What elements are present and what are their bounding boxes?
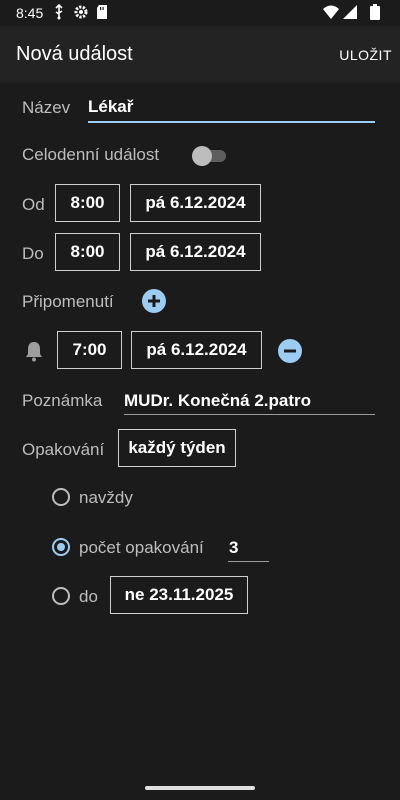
app-bar: Nová událost ULOŽIT (0, 26, 400, 82)
sd-card-icon (97, 5, 107, 19)
page-title: Nová událost (16, 43, 133, 65)
repeat-until-date-button[interactable]: ne 23.11.2025 (110, 576, 248, 614)
reminder-date-button[interactable]: pá 6.12.2024 (131, 331, 262, 369)
to-label: Do (22, 244, 44, 263)
repeat-forever-radio[interactable] (52, 488, 70, 506)
to-date-button[interactable]: pá 6.12.2024 (130, 233, 261, 271)
name-label: Název (22, 98, 71, 117)
repeat-count-underline (228, 561, 269, 562)
from-label: Od (22, 195, 45, 214)
save-button[interactable]: ULOŽIT (339, 47, 392, 63)
reminders-label: Připomenutí (22, 292, 114, 311)
note-field[interactable]: MUDr. Konečná 2.patro (124, 386, 375, 416)
repeat-until-radio[interactable] (52, 587, 70, 605)
allday-switch[interactable] (192, 143, 226, 167)
gesture-navigation-bar[interactable] (145, 786, 255, 790)
status-bar: 8:45 (0, 0, 400, 26)
wifi-icon (323, 5, 339, 19)
name-field-underline (88, 121, 375, 123)
repeat-label: Opakování (22, 440, 105, 459)
status-time: 8:45 (16, 5, 44, 21)
from-date-button[interactable]: pá 6.12.2024 (130, 184, 261, 222)
bell-icon (26, 342, 42, 362)
repeat-count-label: počet opakování (79, 538, 204, 557)
name-field[interactable]: Lékař (88, 92, 375, 124)
switch-thumb (192, 146, 212, 166)
remove-reminder-icon[interactable] (278, 339, 302, 363)
reminder-time-button[interactable]: 7:00 (57, 331, 122, 369)
note-label: Poznámka (22, 391, 103, 410)
add-reminder-icon[interactable] (142, 289, 166, 313)
repeat-until-label: do (79, 587, 98, 606)
note-field-underline (124, 414, 375, 415)
note-value: MUDr. Konečná 2.patro (124, 391, 312, 410)
repeat-forever-label: navždy (79, 488, 133, 507)
usb-icon (55, 4, 63, 20)
settings-icon (74, 5, 88, 19)
cell-signal-icon (343, 5, 357, 19)
to-time-button[interactable]: 8:00 (55, 233, 120, 271)
name-value: Lékař (88, 97, 134, 116)
repeat-frequency-button[interactable]: každý týden (118, 429, 236, 467)
battery-icon (370, 4, 380, 20)
from-time-button[interactable]: 8:00 (55, 184, 120, 222)
repeat-count-field[interactable]: 3 (228, 533, 269, 563)
repeat-count-radio[interactable] (52, 538, 70, 556)
allday-label: Celodenní událost (22, 145, 160, 164)
repeat-count-value: 3 (229, 538, 239, 557)
